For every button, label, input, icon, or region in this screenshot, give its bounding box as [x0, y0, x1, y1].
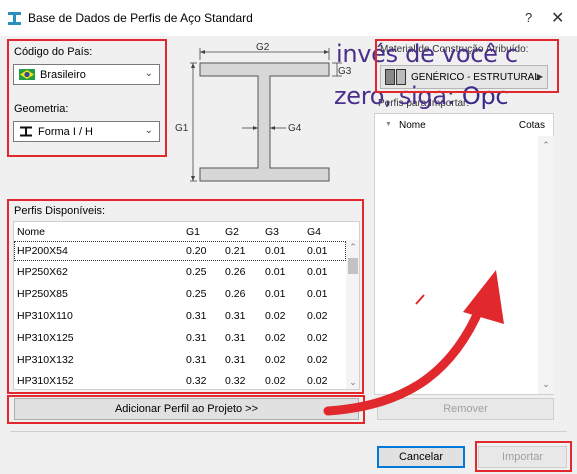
table-row[interactable]: HP310X132 0.31 0.31 0.02 0.02 — [14, 350, 346, 370]
cell-g2: 0.32 — [225, 375, 246, 387]
cell-g1: 0.25 — [186, 266, 207, 278]
cell-nome: HP250X62 — [17, 266, 68, 278]
help-button[interactable]: ? — [525, 10, 532, 25]
column-header-nome[interactable]: Nome — [17, 226, 45, 238]
footer-divider — [10, 431, 567, 432]
close-button[interactable]: ✕ — [551, 8, 564, 28]
cell-g1: 0.25 — [186, 288, 207, 300]
cell-g2: 0.26 — [225, 288, 246, 300]
column-header-g4[interactable]: G4 — [307, 226, 321, 238]
cell-g1: 0.20 — [186, 245, 207, 257]
chevron-down-icon: ⌄ — [144, 125, 153, 136]
chevron-down-icon: ⌄ — [144, 68, 153, 79]
import-list-header: ▼ Nome Cotas — [375, 119, 553, 135]
g1-dimension-label: G1 — [175, 123, 189, 134]
cell-nome: HP250X85 — [17, 288, 68, 300]
cell-g2: 0.31 — [225, 310, 246, 322]
import-column-cotas[interactable]: Cotas — [519, 120, 545, 131]
red-arrow-annotation — [323, 270, 504, 416]
available-profiles-label: Perfis Disponíveis: — [14, 205, 106, 217]
sort-arrow-icon: ▼ — [385, 121, 392, 128]
cell-g3: 0.01 — [265, 245, 286, 257]
cell-g2: 0.26 — [225, 266, 246, 278]
overlay-caption-line2-highlight: Opc — [461, 82, 509, 110]
material-value: GENÉRICO - ESTRUTURAL — [411, 71, 540, 83]
import-list-scrollbar[interactable]: ⌃ ⌄ — [538, 136, 554, 394]
scroll-up-icon[interactable]: ⌃ — [346, 242, 359, 253]
i-beam-icon — [20, 126, 32, 137]
i-beam-dimension-diagram — [190, 48, 342, 182]
table-header-row: Nome G1 G2 G3 G4 — [14, 222, 346, 242]
cell-nome: HP310X152 — [17, 375, 74, 387]
cell-g1: 0.31 — [186, 332, 207, 344]
cell-nome: HP200X54 — [17, 245, 68, 257]
geometry-label: Geometria: — [14, 103, 69, 115]
cell-g2: 0.31 — [225, 332, 246, 344]
brazil-flag-icon — [19, 69, 35, 80]
table-row[interactable]: HP200X54 0.20 0.21 0.01 0.01 — [14, 241, 346, 261]
column-header-g3[interactable]: G3 — [265, 226, 279, 238]
cell-g3: 0.01 — [265, 266, 286, 278]
geometry-value: Forma I / H — [38, 125, 94, 138]
cell-nome: HP310X125 — [17, 332, 74, 344]
table-row[interactable]: HP250X85 0.25 0.26 0.01 0.01 — [14, 284, 346, 304]
geometry-select[interactable]: Forma I / H ⌄ — [13, 121, 160, 142]
import-column-nome[interactable]: Nome — [399, 120, 426, 131]
table-row[interactable]: HP310X125 0.31 0.31 0.02 0.02 — [14, 328, 346, 348]
column-header-g2[interactable]: G2 — [225, 226, 239, 238]
cell-g4: 0.01 — [307, 245, 328, 257]
cell-g1: 0.31 — [186, 354, 207, 366]
cell-g2: 0.31 — [225, 354, 246, 366]
column-header-g1[interactable]: G1 — [186, 226, 200, 238]
cell-g3: 0.02 — [265, 354, 286, 366]
import-button[interactable]: Importar — [478, 446, 567, 468]
cell-g3: 0.02 — [265, 375, 286, 387]
country-value: Brasileiro — [40, 68, 86, 81]
cell-g3: 0.02 — [265, 332, 286, 344]
g4-dimension-label: G4 — [288, 123, 302, 134]
overlay-caption-line2: zero, siga: Opc — [334, 82, 509, 110]
table-row[interactable]: HP310X152 0.32 0.32 0.02 0.02 — [14, 371, 346, 389]
scroll-up-icon[interactable]: ⌃ — [538, 140, 554, 151]
table-row[interactable]: HP250X62 0.25 0.26 0.01 0.01 — [14, 262, 346, 282]
g2-dimension-label: G2 — [256, 42, 270, 53]
title-bar: Base de Dados de Perfis de Aço Standard … — [0, 0, 577, 36]
window-title: Base de Dados de Perfis de Aço Standard — [28, 11, 253, 25]
cancel-button[interactable]: Cancelar — [377, 446, 465, 468]
overlay-caption-line2-start: zero, siga: — [334, 82, 462, 110]
cell-g2: 0.21 — [225, 245, 246, 257]
steel-profile-app-icon — [8, 12, 21, 25]
available-profiles-table[interactable]: Nome G1 G2 G3 G4 HP200X54 0.20 0.21 0.01… — [13, 221, 360, 390]
triangle-right-icon: ▶ — [536, 72, 543, 81]
cell-g3: 0.01 — [265, 288, 286, 300]
country-select[interactable]: Brasileiro ⌄ — [13, 64, 160, 85]
cell-nome: HP310X110 — [17, 310, 73, 322]
table-row[interactable]: HP310X110 0.31 0.31 0.02 0.02 — [14, 306, 346, 326]
country-label: Código do País: — [14, 46, 93, 58]
cell-g1: 0.32 — [186, 375, 207, 387]
cell-g3: 0.02 — [265, 310, 286, 322]
overlay-caption-line1: invés de você c — [336, 40, 518, 68]
cell-nome: HP310X132 — [17, 354, 74, 366]
scroll-down-icon[interactable]: ⌄ — [538, 379, 554, 390]
add-profile-button[interactable]: Adicionar Perfil ao Projeto >> — [14, 398, 359, 420]
cell-g1: 0.31 — [186, 310, 207, 322]
